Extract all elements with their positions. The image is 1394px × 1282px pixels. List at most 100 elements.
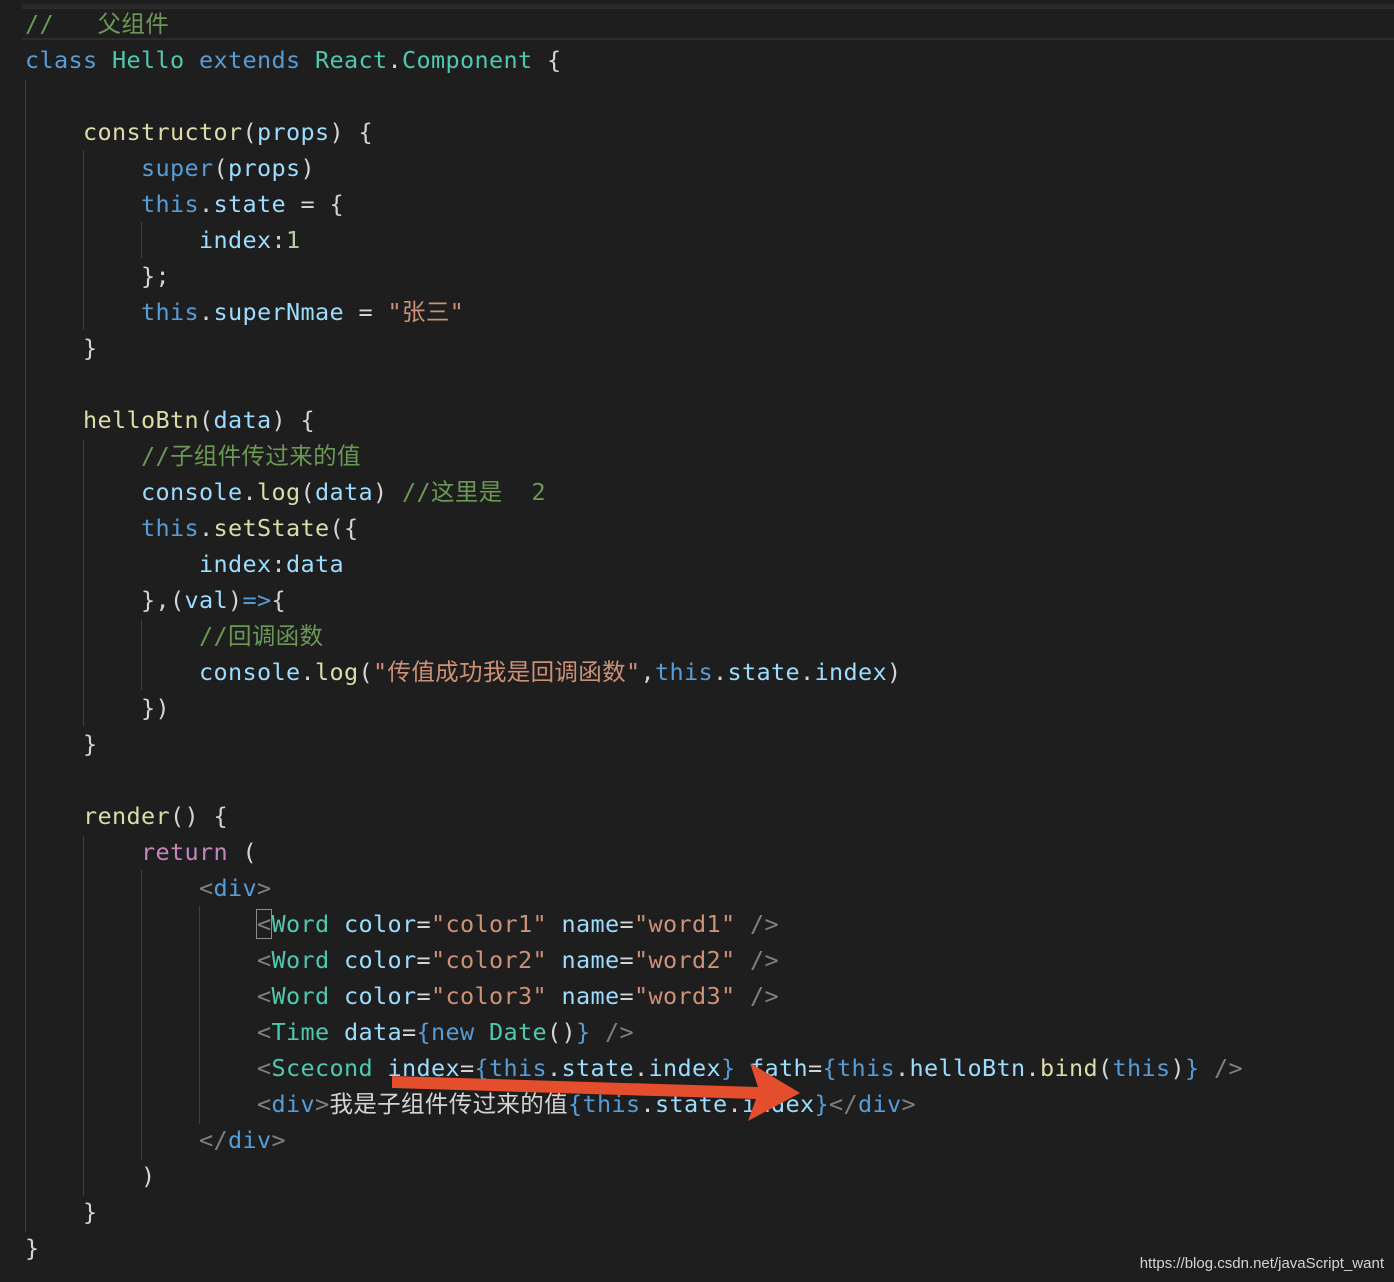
code-token: >	[901, 1090, 916, 1118]
code-token: }	[1184, 1054, 1200, 1082]
code-token: log	[257, 478, 301, 506]
code-line[interactable]: <Time data={new Date()} />	[25, 1014, 634, 1050]
code-token: data	[213, 406, 272, 434]
code-token: .	[546, 1054, 562, 1082]
code-line[interactable]: super(props)	[25, 150, 315, 186]
code-line[interactable]: <Word color="color3" name="word3" />	[25, 978, 779, 1014]
code-token: {	[271, 586, 286, 614]
code-token: fath	[749, 1054, 808, 1082]
code-line[interactable]: render() {	[25, 798, 228, 834]
code-line[interactable]: this.state = {	[25, 186, 344, 222]
code-token: index	[198, 550, 272, 578]
code-line[interactable]: console.log(data) //这里是 2	[25, 474, 546, 510]
code-line[interactable]: this.setState({	[25, 510, 359, 546]
code-token: )	[373, 478, 402, 506]
code-token: Component	[402, 46, 533, 74]
code-line[interactable]: };	[25, 258, 170, 294]
code-token: =	[343, 298, 388, 326]
code-token: >	[256, 874, 272, 902]
code-line[interactable]: return (	[25, 834, 257, 870]
code-token: />	[749, 946, 779, 974]
code-token: name	[561, 910, 620, 938]
code-token: {	[474, 1054, 489, 1082]
code-token: =	[459, 1054, 475, 1082]
code-token: "color1"	[430, 910, 547, 938]
code-token: constructor	[83, 118, 243, 146]
code-line[interactable]: helloBtn(data) {	[25, 402, 315, 438]
code-token: // 父组件	[25, 10, 170, 38]
code-token: color	[343, 982, 417, 1010]
code-token: state	[213, 190, 286, 218]
code-token: (	[1097, 1054, 1113, 1082]
code-token: Scecond	[271, 1054, 373, 1082]
code-token: .	[199, 298, 214, 326]
code-line[interactable]: }	[25, 330, 98, 366]
code-token: }	[25, 730, 98, 758]
code-token: (	[228, 838, 257, 866]
code-line[interactable]: index:data	[25, 546, 344, 582]
code-token: =	[619, 946, 634, 974]
code-token: this	[654, 658, 713, 686]
code-editor[interactable]: // 父组件 class Hello extends React.Componen…	[0, 0, 1394, 1282]
code-token: this	[141, 190, 199, 218]
code-token: superNmae	[213, 298, 344, 326]
code-line[interactable]: }	[25, 1230, 40, 1266]
code-token: Word	[271, 982, 330, 1010]
code-line[interactable]: <Word color="color2" name="word2" />	[25, 942, 779, 978]
code-token: .	[199, 514, 214, 542]
code-line[interactable]: constructor(props) {	[25, 114, 373, 150]
code-token: data	[285, 550, 344, 578]
code-token: .	[640, 1090, 655, 1118]
code-line[interactable]: )	[25, 1158, 155, 1194]
code-token: extends	[199, 46, 301, 74]
code-line[interactable]: }	[25, 1194, 98, 1230]
code-token: };	[25, 262, 170, 290]
code-token: ,	[640, 658, 655, 686]
code-token: </	[198, 1126, 228, 1154]
code-line[interactable]: console.log("传值成功我是回调函数",this.state.inde…	[25, 654, 901, 690]
code-line[interactable]: <div>我是子组件传过来的值{this.state.index}</div>	[25, 1086, 916, 1122]
code-token: }	[814, 1090, 829, 1118]
code-token: {	[532, 46, 562, 74]
code-token: div	[857, 1090, 902, 1118]
code-line[interactable]: class Hello extends React.Component {	[25, 42, 561, 78]
code-line[interactable]: this.superNmae = "张三"	[25, 294, 464, 330]
code-token: =	[619, 910, 634, 938]
code-token: .	[633, 1054, 649, 1082]
code-line[interactable]: index:1	[25, 222, 300, 258]
code-token: =	[416, 910, 431, 938]
code-token: helloBtn	[909, 1054, 1026, 1082]
code-token: }	[25, 1234, 40, 1262]
code-line[interactable]: // 父组件	[25, 6, 169, 42]
code-line[interactable]: })	[25, 690, 170, 726]
code-line[interactable]: }	[25, 726, 98, 762]
code-line[interactable]: <div>	[25, 870, 271, 906]
code-line[interactable]: <Word color="color1" name="word1" />	[25, 906, 779, 942]
code-token: <	[256, 1018, 272, 1046]
code-line[interactable]: },(val)=>{	[25, 582, 286, 618]
code-token: div	[213, 874, 257, 902]
code-token: Time	[271, 1018, 330, 1046]
code-token: div	[227, 1126, 272, 1154]
code-token: (	[199, 406, 214, 434]
code-line[interactable]: //回调函数	[25, 618, 323, 654]
code-token: Date	[488, 1018, 547, 1046]
code-line[interactable]: </div>	[25, 1122, 286, 1158]
code-token: this	[141, 514, 199, 542]
code-token: :	[271, 550, 286, 578]
code-token: ()	[546, 1018, 576, 1046]
code-line[interactable]: //子组件传过来的值	[25, 438, 361, 474]
code-line[interactable]: <Scecond index={this.state.index} fath={…	[25, 1050, 1243, 1086]
code-token: <	[256, 909, 273, 939]
